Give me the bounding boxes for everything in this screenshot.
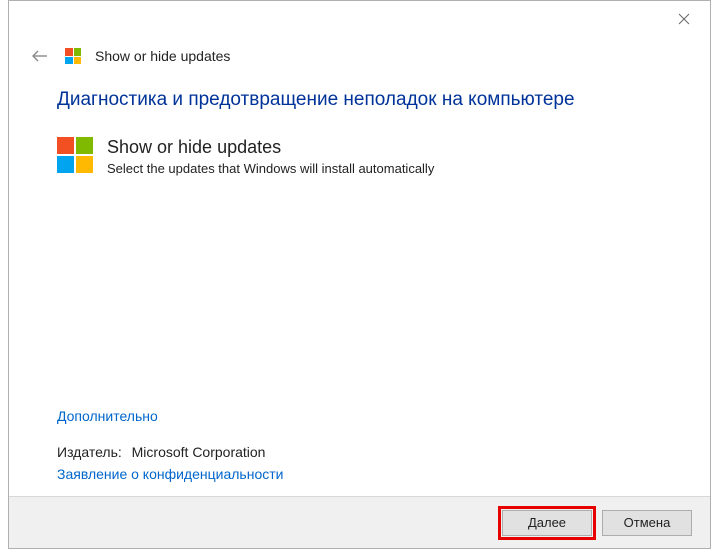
content: Диагностика и предотвращение неполадок н… [9,81,710,496]
header: Show or hide updates [9,37,710,81]
app-block: Show or hide updates Select the updates … [57,137,662,176]
next-button[interactable]: Далее [502,510,592,536]
app-title: Show or hide updates [107,137,434,159]
close-icon[interactable] [672,7,696,31]
microsoft-logo-icon [57,137,93,173]
publisher-row: Издатель: Microsoft Corporation [57,444,662,460]
publisher-label: Издатель: [57,444,122,460]
page-title: Диагностика и предотвращение неполадок н… [57,89,662,111]
microsoft-logo-icon [65,48,81,64]
troubleshooter-dialog: Show or hide updates Диагностика и предо… [8,0,711,549]
app-description: Select the updates that Windows will ins… [107,161,434,176]
footer: Далее Отмена [9,496,710,548]
titlebar [9,1,710,37]
privacy-link[interactable]: Заявление о конфиденциальности [57,466,283,482]
publisher-value: Microsoft Corporation [132,444,266,460]
advanced-link[interactable]: Дополнительно [57,408,158,424]
back-arrow-icon[interactable] [29,45,51,67]
cancel-button[interactable]: Отмена [602,510,692,536]
header-title: Show or hide updates [95,48,230,64]
